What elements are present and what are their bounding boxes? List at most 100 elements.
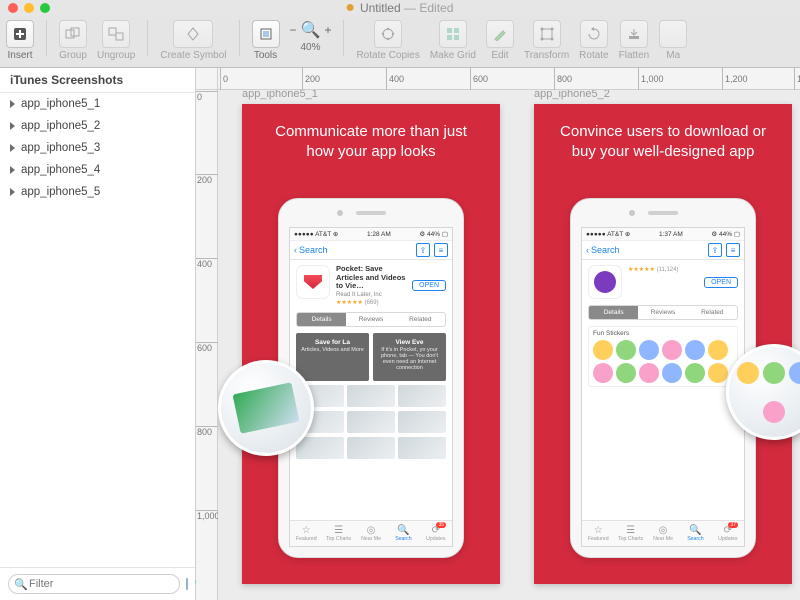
charts-icon: ☰ [334, 526, 343, 536]
segment-control: Details Reviews Related [296, 312, 446, 327]
speaker-icon [356, 211, 386, 215]
artboard-label[interactable]: app_iphone5_2 [534, 90, 610, 100]
create-symbol-button[interactable]: Create Symbol [160, 20, 226, 61]
window-titlebar: Untitled — Edited [0, 0, 800, 16]
app-icon [296, 265, 330, 299]
unsaved-indicator-icon [347, 4, 354, 11]
artboard-count-icon[interactable] [186, 578, 188, 590]
minimize-icon[interactable] [24, 3, 34, 13]
transform-button[interactable]: Transform [524, 20, 569, 61]
layer-item[interactable]: app_iphone5_3 [0, 137, 195, 159]
magnifier-callout [726, 344, 800, 440]
document-title: Untitled — Edited [347, 1, 454, 15]
disclosure-icon[interactable] [10, 188, 15, 196]
layer-item[interactable]: app_iphone5_2 [0, 115, 195, 137]
edited-status: Edited [419, 1, 453, 15]
disclosure-icon[interactable] [10, 144, 15, 152]
back-label: Search [299, 245, 328, 255]
canvas[interactable]: app_iphone5_1 Communicate more than just… [218, 90, 800, 600]
zoom-out-icon[interactable]: − [290, 23, 297, 37]
ruler-vertical[interactable]: 0 200 400 600 800 1,000 [196, 90, 218, 600]
back-label: Search [591, 245, 620, 255]
headline-text: Communicate more than just how your app … [242, 104, 500, 163]
charts-icon: ☰ [626, 526, 635, 536]
search-icon: 🔍 [689, 526, 701, 536]
open-button: OPEN [412, 280, 446, 291]
open-button: OPEN [704, 277, 738, 288]
app-header: ★★★★★ (11,124) OPEN [588, 265, 738, 299]
filter-input[interactable] [8, 574, 180, 594]
phone-mockup: ●●●●● AT&T ⊕ 1:28 AM ⚙ 44% ▢ ‹ Search ⇪ … [278, 198, 464, 558]
app-header: Pocket: Save Articles and Videos to Vie…… [296, 265, 446, 306]
title-text: Untitled [360, 1, 401, 15]
zoom-in-icon[interactable]: + [324, 23, 331, 37]
segment-control: Details Reviews Related [588, 305, 738, 320]
artboard[interactable]: Communicate more than just how your app … [242, 104, 500, 584]
artboard-label[interactable]: app_iphone5_1 [242, 90, 318, 100]
thumbnail-row [296, 411, 446, 433]
canvas-area: 0 200 400 600 800 1,000 1,200 1,4 0 200 … [196, 68, 800, 600]
list-icon: ≡ [726, 243, 740, 257]
layers-panel: iTunes Screenshots app_iphone5_1 app_iph… [0, 68, 196, 600]
zoom-icon[interactable] [40, 3, 50, 13]
close-icon[interactable] [8, 3, 18, 13]
thumbnail-row [296, 437, 446, 459]
zoom-control[interactable]: − 🔍 + 40% [290, 20, 332, 53]
insert-button[interactable]: Insert [6, 20, 34, 61]
back-chevron-icon: ‹ [294, 245, 297, 255]
star-icon: ☆ [594, 526, 603, 536]
ruler-horizontal[interactable]: 0 200 400 600 800 1,000 1,200 1,4 [218, 68, 800, 90]
magnifier-callout [218, 360, 314, 456]
phone-screen: ●●●●● AT&T ⊕ 1:37 AM ⚙ 44% ▢ ‹ Search ⇪ … [581, 227, 745, 547]
layer-item[interactable]: app_iphone5_4 [0, 159, 195, 181]
flatten-button[interactable]: Flatten [619, 20, 650, 61]
page-title[interactable]: iTunes Screenshots [0, 68, 195, 93]
tools-button[interactable]: Tools [252, 20, 280, 61]
nearme-icon: ◎ [367, 526, 376, 536]
badge: 37 [728, 522, 738, 528]
tab-bar: ☆Featured ☰Top Charts ◎Near Me 🔍Search ⟳… [582, 520, 744, 546]
zoom-value: 40% [300, 42, 320, 53]
badge: 35 [436, 522, 446, 528]
disclosure-icon[interactable] [10, 100, 15, 108]
toolbar: Insert Group Ungroup Create Symbol Tools… [0, 16, 800, 68]
fun-stickers-card: Fun Stickers [588, 326, 738, 387]
edit-button[interactable]: Edit [486, 20, 514, 61]
speaker-icon [648, 211, 678, 215]
disclosure-icon[interactable] [10, 166, 15, 174]
status-bar: ●●●●● AT&T ⊕ 1:28 AM ⚙ 44% ▢ [290, 228, 452, 240]
rating-stars-icon: ★★★★★ (669) [336, 299, 406, 306]
list-icon: ≡ [434, 243, 448, 257]
back-chevron-icon: ‹ [586, 245, 589, 255]
artboard[interactable]: Convince users to download or buy your w… [534, 104, 792, 584]
thumbnail-row [296, 385, 446, 407]
disclosure-icon[interactable] [10, 122, 15, 130]
ruler-origin[interactable] [196, 68, 218, 90]
nav-bar: ‹ Search ⇪ ≡ [582, 240, 744, 260]
status-bar: ●●●●● AT&T ⊕ 1:37 AM ⚙ 44% ▢ [582, 228, 744, 240]
star-icon: ☆ [302, 526, 311, 536]
nearme-icon: ◎ [659, 526, 668, 536]
sidebar-footer: 🔍 ✎ 10 [0, 567, 195, 600]
layer-item[interactable]: app_iphone5_5 [0, 181, 195, 203]
ungroup-button[interactable]: Ungroup [97, 20, 135, 61]
group-button[interactable]: Group [59, 20, 87, 61]
app-icon [588, 265, 622, 299]
make-grid-button[interactable]: Make Grid [430, 20, 476, 61]
share-icon: ⇪ [708, 243, 722, 257]
magnify-icon[interactable]: 🔍 [301, 20, 321, 40]
rotate-button[interactable]: Rotate [579, 20, 608, 61]
layer-item[interactable]: app_iphone5_1 [0, 93, 195, 115]
camera-icon [337, 210, 343, 216]
more-button[interactable]: Ma [659, 20, 687, 61]
rating-stars-icon: ★★★★★ (11,124) [628, 266, 698, 273]
phone-screen: ●●●●● AT&T ⊕ 1:28 AM ⚙ 44% ▢ ‹ Search ⇪ … [289, 227, 453, 547]
camera-icon [629, 210, 635, 216]
window-controls [8, 3, 50, 13]
headline-text: Convince users to download or buy your w… [534, 104, 792, 163]
search-icon: 🔍 [397, 526, 409, 536]
share-icon: ⇪ [416, 243, 430, 257]
tab-bar: ☆Featured ☰Top Charts ◎Near Me 🔍Search ⟳… [290, 520, 452, 546]
pocket-icon [304, 275, 322, 289]
rotate-copies-button[interactable]: Rotate Copies [356, 20, 419, 61]
